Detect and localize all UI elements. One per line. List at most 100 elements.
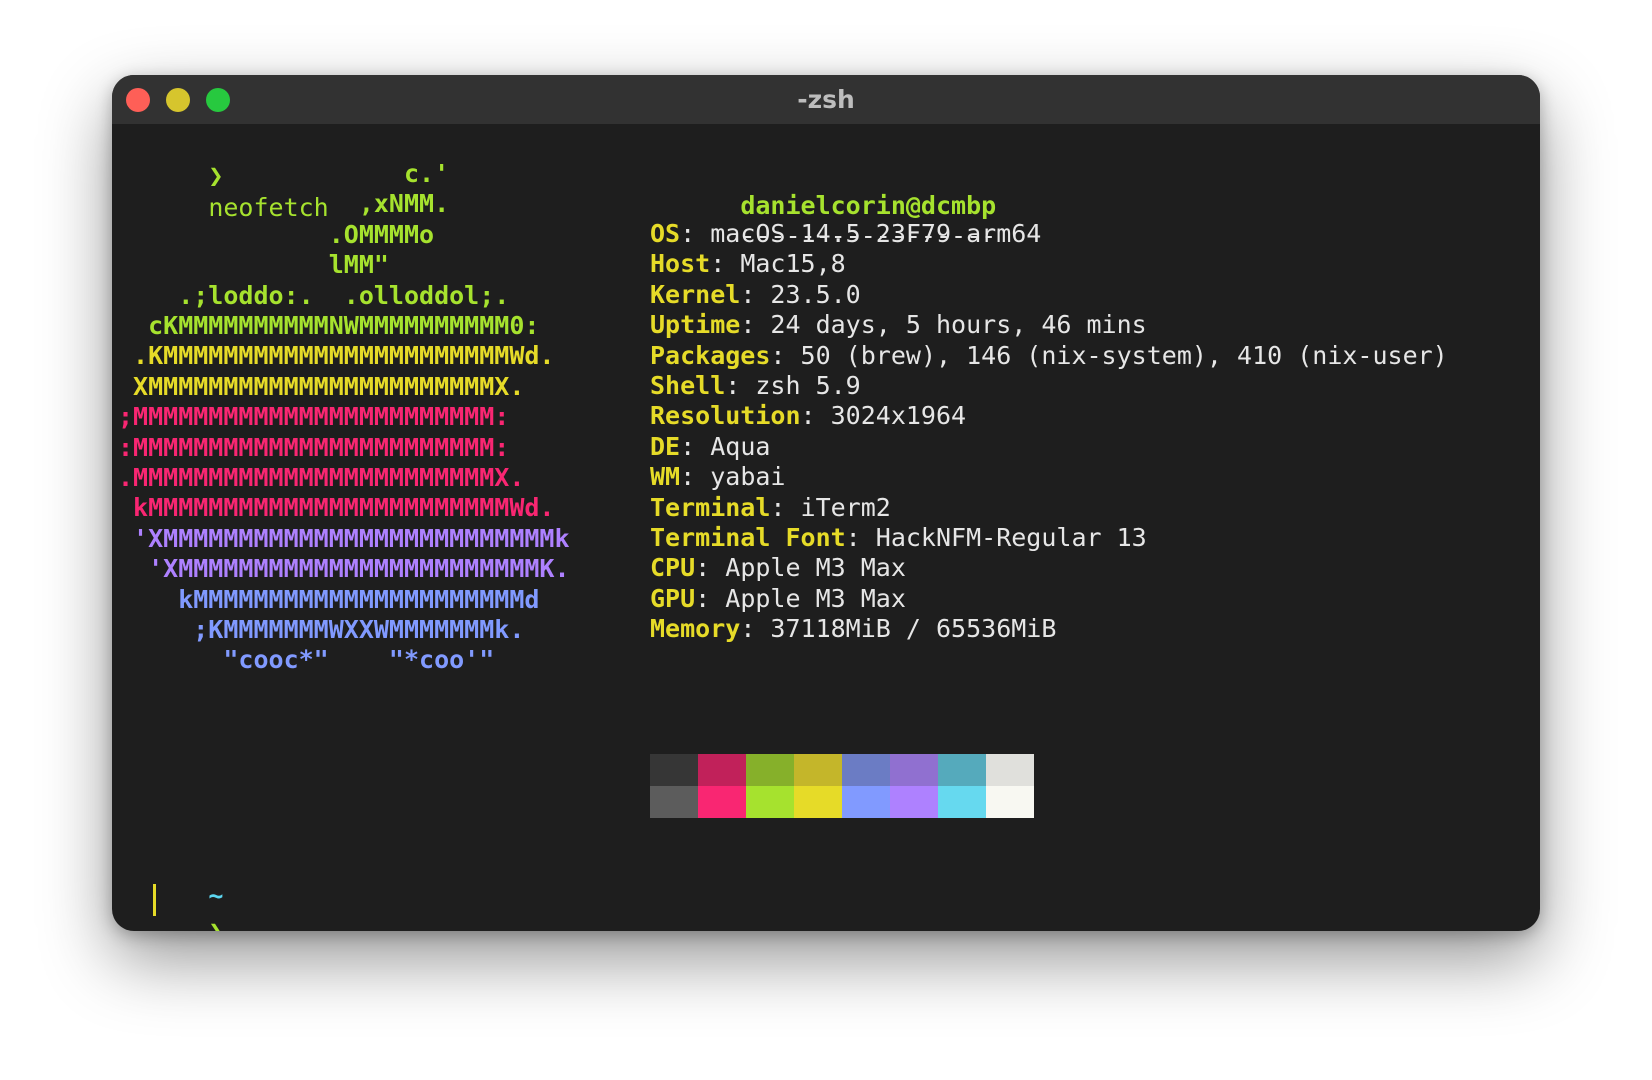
info-value: 37118MiB / 65536MiB	[770, 614, 1057, 644]
info-field-uptime: Uptime: 24 days, 5 hours, 46 mins	[650, 309, 1147, 341]
info-key: Memory	[650, 614, 741, 644]
info-colon: :	[845, 523, 876, 552]
ascii-art-line: 'XMMMMMMMMMMMMMMMMMMMMMMMMK.	[118, 554, 570, 584]
input-line[interactable]: ❯	[118, 884, 223, 931]
color-swatch	[698, 754, 746, 786]
ascii-art-line: .MMMMMMMMMMMMMMMMMMMMMMMMX.	[118, 463, 525, 492]
info-colon: :	[800, 401, 831, 431]
info-key: Shell	[650, 371, 726, 400]
color-swatch	[842, 754, 890, 786]
info-colon: :	[725, 371, 756, 400]
ascii-art-line: kMMMMMMMMMMMMMMMMMMMMMMMMWd.	[118, 493, 555, 523]
color-swatch	[698, 786, 746, 818]
info-field-shell: Shell: zsh 5.9	[650, 370, 861, 402]
ascii-art-line: "cooc*" "*coo'"	[118, 645, 495, 675]
info-colon: :	[740, 279, 771, 309]
info-field-cpu: CPU: Apple M3 Max	[650, 552, 906, 584]
info-field-kernel: Kernel: 23.5.0	[650, 279, 861, 311]
command-line: ❯ neofetch	[118, 128, 328, 222]
info-key: OS	[650, 219, 681, 248]
userhost-line: danielcorin@dcmbp	[650, 158, 996, 220]
info-value: 50 (brew), 146 (nix-system), 410 (nix-us…	[800, 340, 1448, 370]
info-colon: :	[680, 219, 711, 248]
terminal-content[interactable]: ❯ neofetch c.' ,xNMM. .OMMMMo lMM" .;lod…	[112, 124, 1540, 931]
terminal-window: -zsh ❯ neofetch c.' ,xNMM. .OMMMMo lMM" …	[112, 75, 1540, 931]
info-value: iTerm2	[800, 492, 891, 522]
info-key: Host	[650, 249, 711, 279]
color-swatch	[890, 786, 938, 818]
info-value: Aqua	[710, 431, 771, 461]
info-key: Terminal	[650, 492, 771, 522]
ascii-art-line: lMM"	[118, 250, 389, 280]
color-swatch	[890, 754, 938, 786]
info-field-de: DE: Aqua	[650, 431, 770, 463]
info-field-resolution: Resolution: 3024x1964	[650, 400, 966, 432]
color-swatch	[938, 754, 986, 786]
info-key: Terminal Font	[650, 523, 846, 552]
text-cursor	[153, 884, 156, 916]
info-field-packages: Packages: 50 (brew), 146 (nix-system), 4…	[650, 340, 1448, 372]
info-field-terminal-font: Terminal Font: HackNFM-Regular 13	[650, 522, 1147, 554]
color-swatch	[746, 754, 794, 786]
ascii-art-line: ,xNMM.	[118, 189, 450, 219]
info-field-gpu: GPU: Apple M3 Max	[650, 583, 906, 615]
input-prompt-symbol: ❯	[208, 917, 223, 931]
color-swatch	[746, 786, 794, 818]
info-colon: :	[770, 492, 801, 522]
info-field-memory: Memory: 37118MiB / 65536MiB	[650, 613, 1056, 645]
info-field-terminal: Terminal: iTerm2	[650, 492, 891, 524]
info-value: Apple M3 Max	[725, 553, 906, 583]
info-colon: :	[695, 583, 726, 613]
info-value: Mac15,8	[740, 249, 846, 279]
cwd-line: ~	[118, 848, 223, 910]
info-field-os: OS: macOS 14.5 23F79 arm64	[650, 218, 1041, 250]
info-colon: :	[680, 431, 711, 461]
info-key: Uptime	[650, 310, 741, 340]
info-value: zsh 5.9	[755, 371, 861, 400]
ascii-art-line: XMMMMMMMMMMMMMMMMMMMMMMMX.	[118, 371, 525, 401]
info-colon: :	[770, 340, 801, 370]
separator-line: -----------------	[650, 188, 996, 250]
info-value: 24 days, 5 hours, 46 mins	[770, 310, 1147, 340]
window-title: -zsh	[797, 85, 855, 114]
ascii-art-line: ;KMMMMMMMWXXWMMMMMMMk.	[118, 615, 525, 644]
color-swatch	[938, 786, 986, 818]
info-key: Kernel	[650, 279, 741, 309]
color-swatch	[650, 754, 698, 786]
info-value: yabai	[710, 462, 786, 492]
info-colon: :	[740, 614, 771, 644]
info-key: GPU	[650, 583, 696, 613]
color-swatch	[794, 754, 842, 786]
info-colon: :	[740, 310, 771, 340]
color-swatch	[650, 786, 698, 818]
info-field-wm: WM: yabai	[650, 461, 785, 493]
color-palette	[650, 754, 1034, 818]
color-swatch	[794, 786, 842, 818]
ascii-art-line: .KMMMMMMMMMMMMMMMMMMMMMMMWd.	[118, 341, 555, 371]
info-value: HackNFM-Regular 13	[875, 523, 1147, 552]
ascii-art-line: :MMMMMMMMMMMMMMMMMMMMMMMM:	[118, 432, 510, 462]
info-field-host: Host: Mac15,8	[650, 248, 846, 280]
info-value: Apple M3 Max	[725, 583, 906, 613]
color-swatch	[842, 786, 890, 818]
info-key: Packages	[650, 340, 771, 370]
info-value: macOS 14.5 23F79 arm64	[710, 219, 1042, 248]
info-key: CPU	[650, 553, 696, 583]
ascii-art-line: .OMMMMo	[118, 219, 435, 249]
ascii-art-line: cKMMMMMMMMMMNWMMMMMMMMMM0:	[118, 311, 540, 340]
info-key: WM	[650, 462, 681, 492]
info-key: Resolution	[650, 401, 801, 431]
ascii-art-line: .;loddo:. .olloddol;.	[118, 280, 510, 310]
info-colon: :	[695, 553, 726, 583]
info-colon: :	[680, 462, 711, 492]
ascii-art-line: ;MMMMMMMMMMMMMMMMMMMMMMMM:	[118, 402, 510, 432]
info-colon: :	[710, 249, 741, 279]
info-value: 23.5.0	[770, 279, 861, 309]
title-bar[interactable]: -zsh	[112, 75, 1540, 124]
ascii-art-line: c.'	[118, 159, 450, 188]
ascii-art-line: kMMMMMMMMMMMMMMMMMMMMMMd	[118, 584, 540, 614]
color-swatch	[986, 754, 1034, 786]
info-value: 3024x1964	[830, 401, 967, 431]
info-key: DE	[650, 431, 681, 461]
ascii-art-line: 'XMMMMMMMMMMMMMMMMMMMMMMMMMMk	[118, 523, 570, 553]
